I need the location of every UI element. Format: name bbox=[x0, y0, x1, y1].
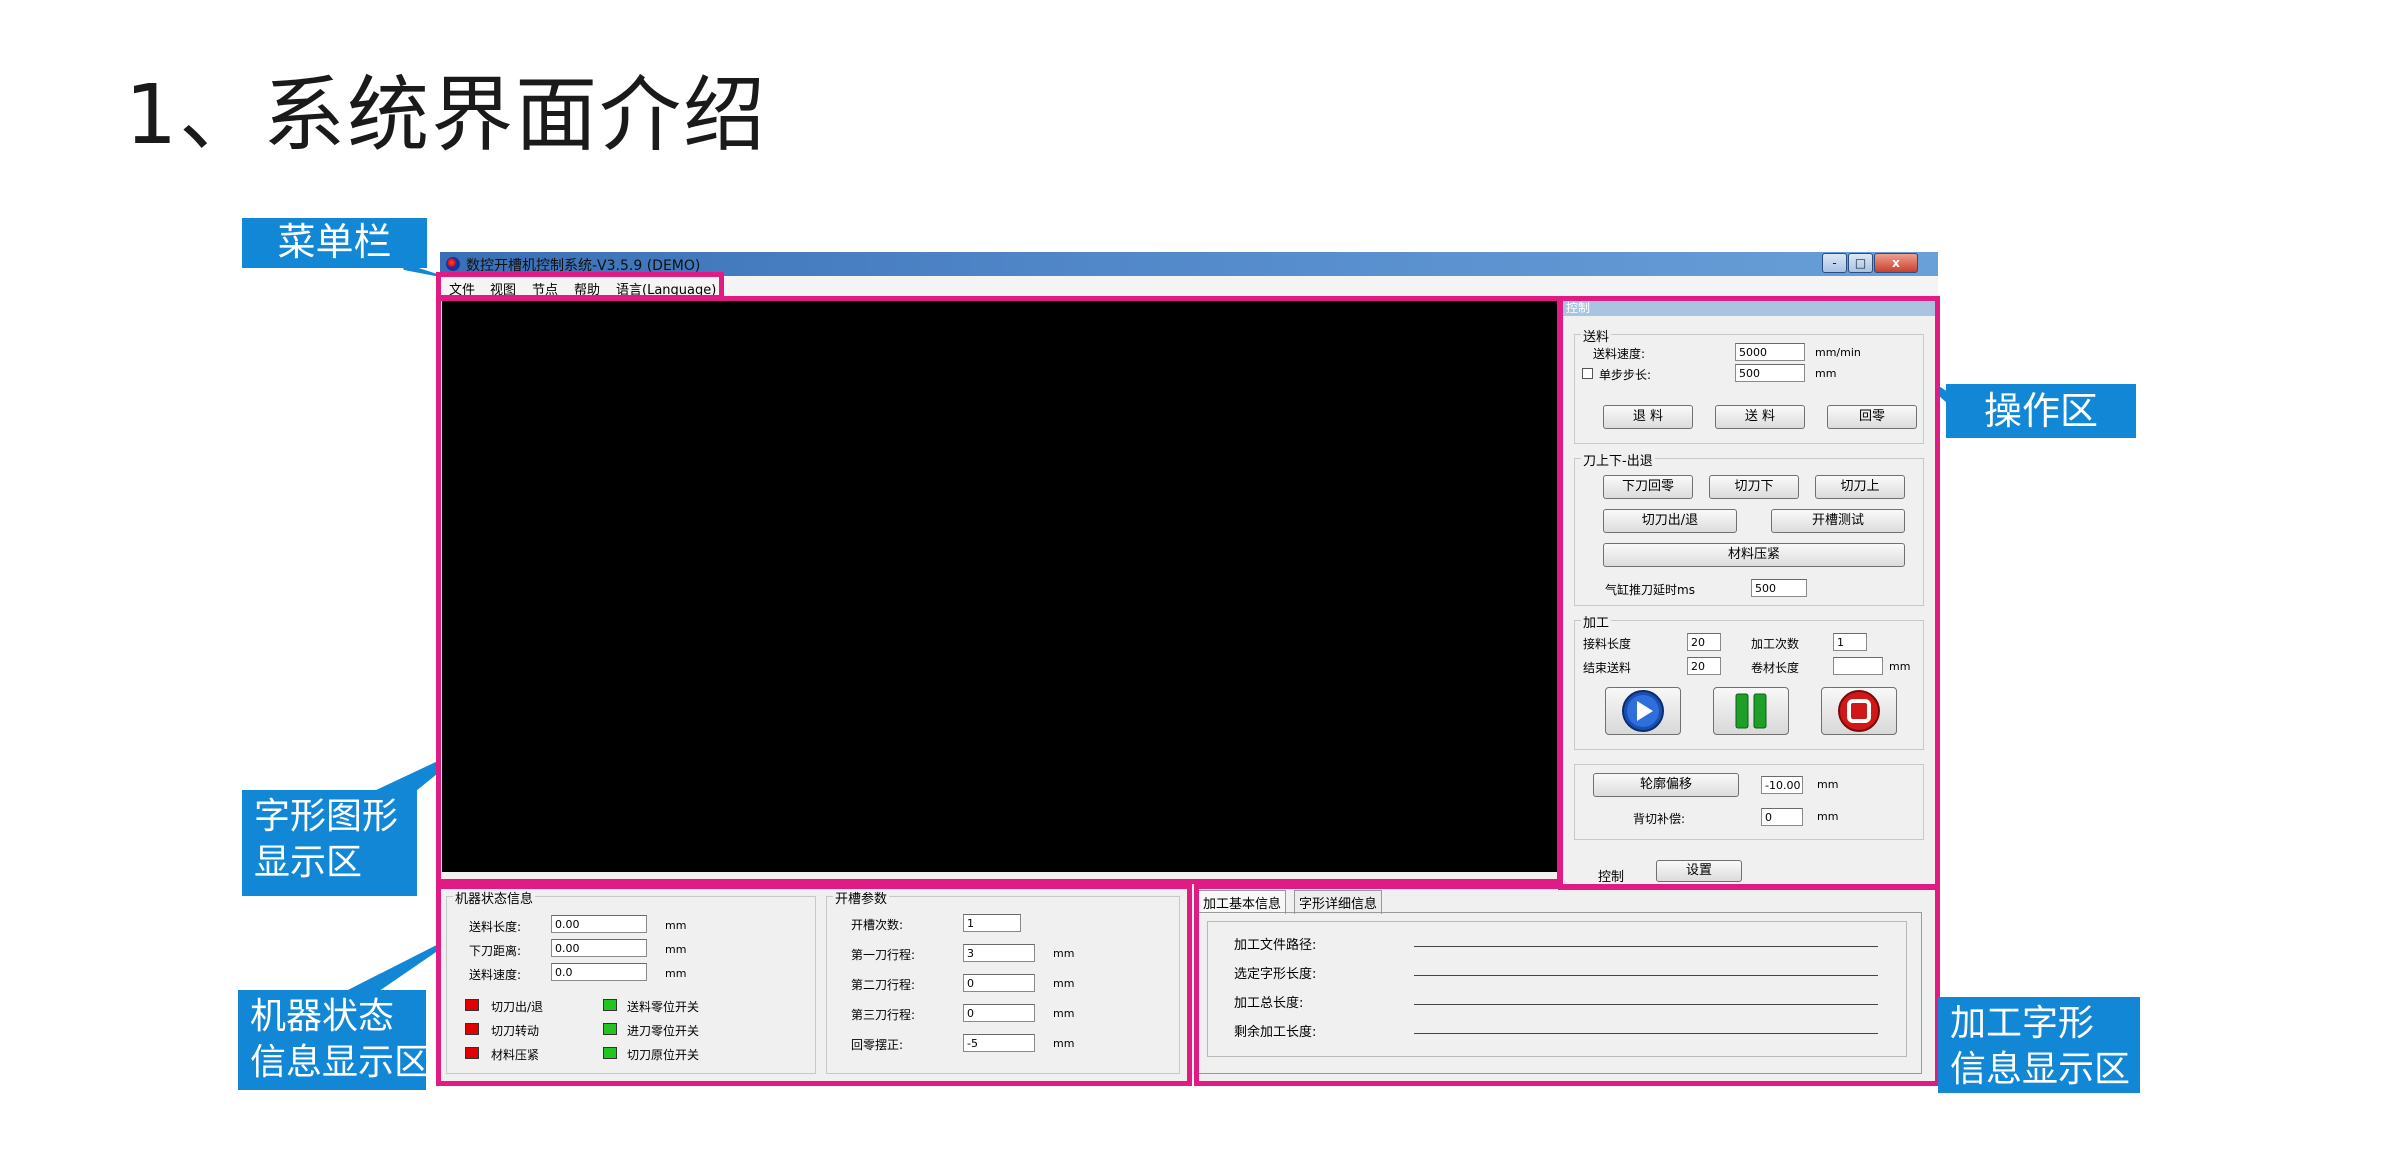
callout-menubar-text: 菜单栏 bbox=[277, 220, 392, 264]
highlight-glyph-area bbox=[436, 296, 1562, 884]
callout-glyph-line1: 字形图形 bbox=[254, 796, 399, 837]
callout-glyph-line2: 显示区 bbox=[254, 842, 363, 883]
callout-machine-line2: 信息显示区 bbox=[250, 1042, 431, 1083]
callout-machine-line1: 机器状态 bbox=[250, 996, 395, 1037]
minimize-button[interactable]: - bbox=[1822, 253, 1847, 273]
callout-process-info: 加工字形 信息显示区 bbox=[1938, 997, 2140, 1093]
callout-ops: 操作区 bbox=[1946, 384, 2136, 438]
callout-glyph-area: 字形图形 显示区 bbox=[242, 790, 417, 896]
callout-process-line2: 信息显示区 bbox=[1950, 1049, 2131, 1090]
callout-machine-status: 机器状态 信息显示区 bbox=[238, 990, 431, 1090]
close-button[interactable]: x bbox=[1874, 253, 1918, 273]
app-logo-icon bbox=[446, 257, 460, 271]
callout-process-line1: 加工字形 bbox=[1950, 1003, 2095, 1044]
maximize-button[interactable]: □ bbox=[1848, 253, 1873, 273]
highlight-machine-status bbox=[436, 884, 1192, 1086]
callout-ops-text: 操作区 bbox=[1983, 389, 2098, 433]
highlight-ops-area bbox=[1558, 296, 1940, 890]
callout-menubar: 菜单栏 bbox=[242, 218, 427, 268]
highlight-process-info bbox=[1194, 884, 1940, 1086]
